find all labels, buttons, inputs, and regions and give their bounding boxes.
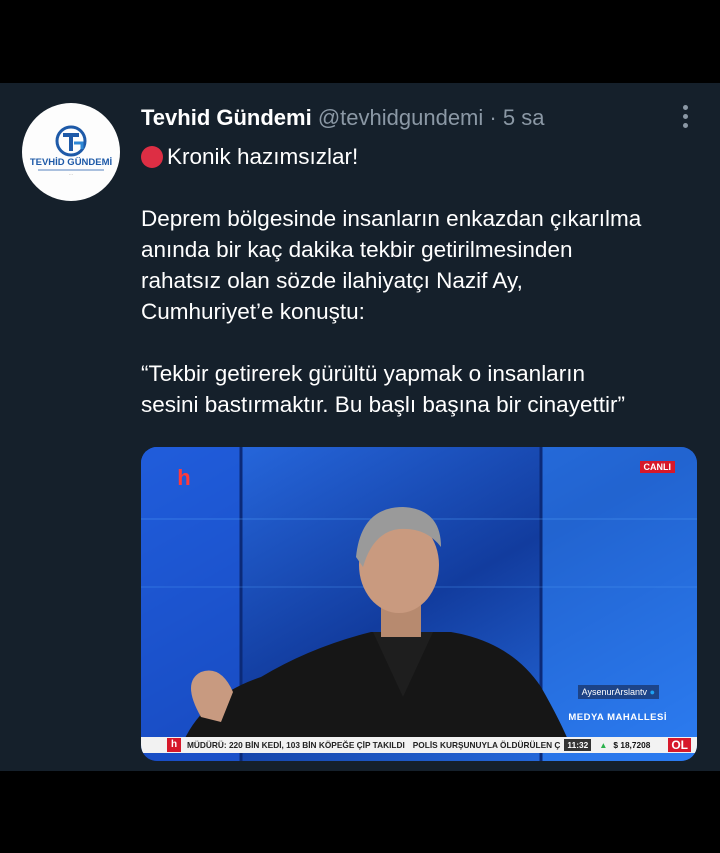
svg-text:h: h [177,465,190,490]
social-handle: AysenurArslantv ● [577,685,659,699]
red-circle-icon [141,146,163,168]
media-image[interactable]: h CANLI AysenurArslantv ● MEDYA MAHALLES… [141,447,697,761]
ticker-logo-icon: h [167,738,181,752]
svg-text:···: ··· [69,173,73,177]
headline-line: Kronik hazımsızlar! [141,141,701,172]
handle[interactable]: @tevhidgundemi [318,105,483,130]
more-options-icon[interactable] [678,105,692,131]
tweet-card[interactable]: TEVHİD GÜNDEMİ ··· Tevhid Gündemi @tevhi… [0,83,720,771]
twitter-icon: ● [649,687,655,697]
timestamp[interactable]: 5 sa [503,105,545,130]
news-ticker: h MÜDÜRÜ: 220 BİN KEDİ, 103 BİN KÖPEĞE Ç… [141,737,697,753]
ticker-time: 11:32 [564,739,592,751]
body-line: anında bir kaç dakika tekbir getirilmesi… [141,237,573,262]
quote-line: sesini bastırmaktır. Bu başlı başına bir… [141,392,625,417]
ticker-text: MÜDÜRÜ: 220 BİN KEDİ, 103 BİN KÖPEĞE ÇİP… [187,740,405,750]
avatar[interactable]: TEVHİD GÜNDEMİ ··· [22,103,120,201]
body-line: Cumhuriyet’e konuştu: [141,299,365,324]
show-name: MEDYA MAHALLESİ [568,712,667,723]
body-line: Deprem bölgesinde insanların enkazdan çı… [141,206,642,231]
up-arrow-icon: ▲ [599,740,608,750]
body-line: rahatsız olan sözde ilahiyatçı Nazif Ay, [141,268,523,293]
display-name[interactable]: Tevhid Gündemi [141,105,312,130]
tweet-header: Tevhid Gündemi @tevhidgundemi · 5 sa [141,105,660,131]
ticker-rate: $ 18,7208 [613,740,651,750]
live-badge: CANLI [639,461,675,473]
svg-text:TEVHİD GÜNDEMİ: TEVHİD GÜNDEMİ [30,157,112,168]
separator: · [489,105,497,130]
quote-line: “Tekbir getirerek gürültü yapmak o insan… [141,361,585,386]
ticker-text-2: POLİS KURŞUNUYLA ÖLDÜRÜLEN Ç [412,740,561,750]
headline: Kronik hazımsızlar! [167,144,359,169]
ticker-badge: OL [668,738,691,752]
tweet-text: Kronik hazımsızlar! Deprem bölgesinde in… [141,141,701,420]
channel-logo: h [171,463,197,495]
tevhid-logo-icon: TEVHİD GÜNDEMİ ··· [30,125,112,177]
